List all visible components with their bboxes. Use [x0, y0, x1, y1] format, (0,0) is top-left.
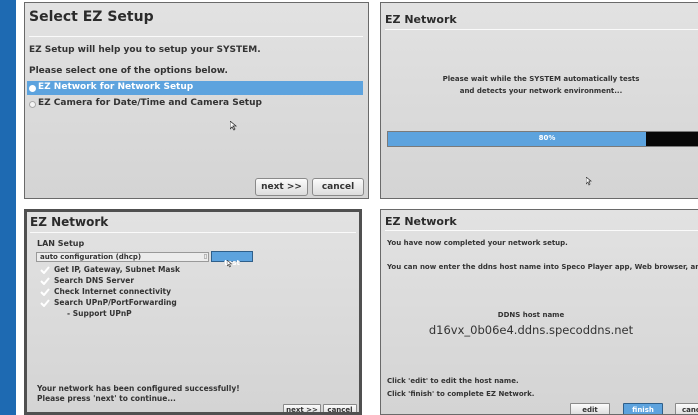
lan-setup-label: LAN Setup [37, 239, 85, 248]
prompt-text: Please select one of the options below. [29, 66, 228, 76]
dialog-title: EZ Network [385, 13, 457, 26]
completed-message: You have now completed your network setu… [387, 239, 568, 247]
intro-text: EZ Setup will help you to setup your SYS… [29, 45, 261, 55]
option-label: EZ Network for Network Setup [38, 82, 194, 92]
progress-bar: 80% [387, 131, 698, 147]
option-ez-camera[interactable]: EZ Camera for Date/Time and Camera Setup [27, 97, 363, 111]
success-message-line2: Please press 'next' to continue... [37, 394, 176, 403]
option-ez-network[interactable]: EZ Network for Network Setup [27, 81, 363, 95]
next-button[interactable]: next >> [255, 178, 308, 196]
title-divider [30, 232, 356, 233]
success-message-line1: Your network has been configured success… [37, 384, 240, 393]
cancel-button[interactable]: cancel [323, 404, 357, 412]
sub-item-upnp: - Support UPnP [67, 309, 132, 318]
check-item-dns: Search DNS Server [54, 276, 135, 285]
left-sidebar-strip [0, 0, 16, 415]
ez-network-complete-dialog: EZ Network You have now completed your n… [380, 209, 698, 415]
title-divider [385, 29, 698, 30]
ez-network-progress-dialog: EZ Network Please wait while the SYSTEM … [380, 2, 698, 199]
cancel-button[interactable]: canc [675, 403, 698, 414]
cancel-button[interactable]: cancel [312, 178, 364, 196]
checkmark-icon [40, 277, 50, 285]
dropdown-arrow-icon[interactable]: ▯ [204, 253, 207, 260]
checkmark-icon [40, 288, 50, 296]
enter-host-message: You can now enter the ddns host name int… [387, 263, 698, 271]
select-ez-setup-dialog: Select EZ Setup EZ Setup will help you t… [24, 2, 369, 199]
dialog-title: EZ Network [30, 215, 109, 229]
title-divider [29, 36, 363, 37]
dialog-title: EZ Network [385, 215, 457, 228]
next-button[interactable]: next >> [283, 404, 321, 412]
wait-message-line2: and detects your network environment... [459, 87, 623, 95]
option-label: EZ Camera for Date/Time and Camera Setup [38, 98, 262, 108]
ddns-host-label: DDNS host name [497, 311, 565, 319]
finish-hint: Click 'finish' to complete EZ Network. [387, 390, 535, 398]
checkmark-icon [40, 266, 50, 274]
finish-button[interactable]: finish [623, 403, 663, 414]
checkmark-icon [40, 299, 50, 307]
radio-selected-icon[interactable] [29, 85, 36, 92]
dialog-title: Select EZ Setup [29, 9, 154, 25]
ddns-host-value: d16vx_0b06e4.ddns.specoddns.net [428, 323, 634, 337]
mode-value: auto configuration (dhcp) [40, 253, 142, 261]
ez-network-lan-dialog: EZ Network LAN Setup auto configuration … [24, 209, 362, 415]
progress-percent: 80% [538, 134, 556, 142]
wait-message-line1: Please wait while the SYSTEM automatical… [442, 75, 640, 83]
edit-hint: Click 'edit' to edit the host name. [387, 377, 519, 385]
title-divider [385, 230, 698, 231]
radio-unselected-icon[interactable] [29, 101, 36, 108]
edit-button[interactable]: edit [570, 403, 610, 414]
check-item-upnp: Search UPnP/PortForwarding [54, 298, 177, 307]
check-item-ip: Get IP, Gateway, Subnet Mask [54, 265, 180, 274]
check-item-internet: Check Internet connectivity [54, 287, 171, 296]
network-mode-select[interactable]: auto configuration (dhcp) ▯ [36, 252, 209, 262]
